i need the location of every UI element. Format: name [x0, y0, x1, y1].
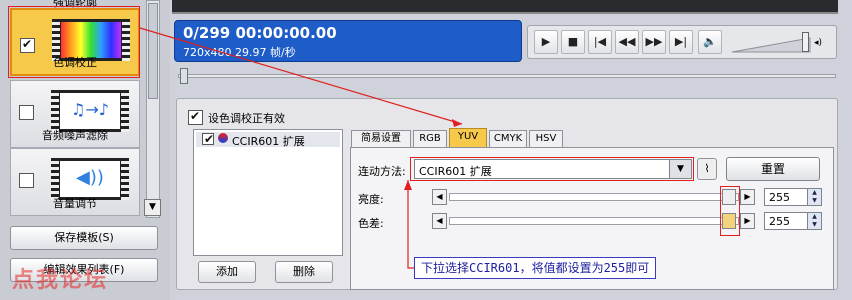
highlight-box-thumbs — [720, 186, 740, 236]
tab-simple[interactable]: 简易设置 — [351, 130, 411, 148]
chroma-slider[interactable] — [449, 217, 739, 225]
effects-scrollbar[interactable] — [146, 0, 160, 218]
highlight-box-dropdown — [410, 157, 694, 181]
list-item-checkbox[interactable] — [202, 132, 214, 146]
tab-rgb[interactable]: RGB — [413, 130, 447, 148]
enable-label: 设色调校正有效 — [208, 112, 285, 125]
preview-area — [172, 0, 838, 14]
fast-forward-icon[interactable]: ▶▶ — [642, 30, 666, 54]
chroma-increase-button[interactable]: ▶ — [740, 213, 755, 229]
spin-arrows-icon[interactable]: ▲ ▼ — [807, 189, 821, 205]
method-label: 连动方法: — [358, 165, 406, 178]
preset-list[interactable]: CCIR601 扩展 — [193, 129, 343, 256]
annotation-note: 下拉选择CCIR601，将值都设置为255即可 — [414, 257, 657, 279]
brightness-slider[interactable] — [449, 193, 739, 201]
watermark-text: 点我论坛 — [12, 268, 109, 293]
delete-button[interactable]: 删除 — [275, 261, 333, 283]
chroma-label: 色差: — [358, 217, 384, 230]
volume-icon[interactable]: 🔈 — [698, 30, 722, 54]
tab-hsv[interactable]: HSV — [529, 130, 563, 148]
brightness-value: 255 — [769, 191, 790, 204]
timecode: 0/299 00:00:00.00 — [183, 24, 337, 42]
list-item[interactable]: CCIR601 扩展 — [196, 132, 340, 148]
enable-checkbox[interactable] — [188, 109, 203, 125]
brightness-spinbox[interactable]: 255 ▲ ▼ — [764, 188, 822, 206]
app-window: 強调轮廓 色调校正 ♫→♪ 音频噪声滤除 ◀)) 音量调节 — [0, 0, 852, 300]
save-template-button[interactable]: 保存模板(S) — [10, 226, 158, 250]
playback-controls: ▶ ■ |◀ ◀◀ ▶▶ ▶| 🔈 ◂) — [527, 25, 837, 59]
seek-slider[interactable] — [178, 68, 836, 86]
spin-arrows-icon[interactable]: ▲ ▼ — [807, 213, 821, 229]
time-display: 0/299 00:00:00.00 720x480 29.97 帧/秒 — [174, 20, 522, 62]
brightness-increase-button[interactable]: ▶ — [740, 189, 755, 205]
audio-filter-icon: ♫→♪ — [51, 90, 129, 132]
reset-button[interactable]: 重置 — [726, 157, 820, 181]
chroma-value: 255 — [769, 215, 790, 228]
effect-label: 音频噪声滤除 — [42, 129, 108, 142]
chroma-spinbox[interactable]: 255 ▲ ▼ — [764, 212, 822, 230]
effect-volume-adjust[interactable]: ◀)) 音量调节 — [10, 148, 140, 216]
paperclip-icon[interactable]: ⌇ — [697, 158, 717, 180]
highlight-box-effect — [8, 6, 140, 78]
next-frame-icon[interactable]: ▶| — [669, 30, 693, 54]
list-item-label: CCIR601 扩展 — [232, 135, 305, 148]
tab-yuv[interactable]: YUV — [449, 128, 487, 148]
prev-frame-icon[interactable]: |◀ — [588, 30, 612, 54]
effect-checkbox-volume[interactable] — [19, 173, 34, 188]
volume-slider[interactable]: ◂) — [730, 32, 826, 54]
stop-icon[interactable]: ■ — [561, 30, 585, 54]
brightness-label: 亮度: — [358, 193, 384, 206]
play-icon[interactable]: ▶ — [534, 30, 558, 54]
chevron-down-icon[interactable]: ▼ — [144, 199, 161, 216]
video-info: 720x480 29.97 帧/秒 — [183, 46, 296, 59]
chroma-decrease-button[interactable]: ◀ — [432, 213, 447, 229]
color-wheel-icon — [218, 133, 228, 143]
effect-checkbox-audio[interactable] — [19, 105, 34, 120]
effect-label: 音量调节 — [53, 197, 97, 210]
effect-audio-noise-filter[interactable]: ♫→♪ 音频噪声滤除 — [10, 80, 140, 148]
add-button[interactable]: 添加 — [198, 261, 256, 283]
brightness-decrease-button[interactable]: ◀ — [432, 189, 447, 205]
tab-cmyk[interactable]: CMYK — [489, 130, 527, 148]
speaker-icon: ◀)) — [51, 158, 129, 200]
rewind-icon[interactable]: ◀◀ — [615, 30, 639, 54]
